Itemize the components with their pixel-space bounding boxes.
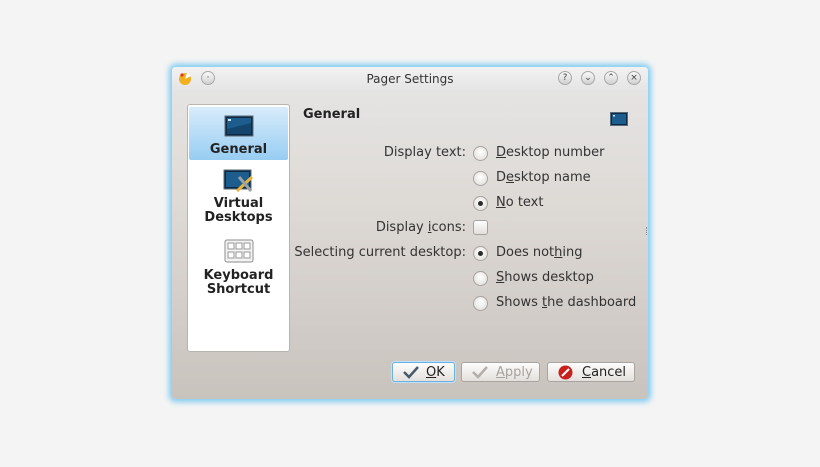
cancel-button[interactable]: Cancel <box>547 362 635 382</box>
desktop-icon <box>610 112 628 126</box>
option-text: esktop number <box>506 145 605 160</box>
desktop-number-label[interactable]: Desktop number <box>496 145 605 160</box>
label-part: ing <box>562 245 583 260</box>
resize-grip[interactable] <box>646 227 648 235</box>
label-part: Does not <box>496 245 555 260</box>
no-text-radio[interactable] <box>473 196 488 211</box>
label-part: Shows <box>496 295 542 310</box>
mnemonic: D <box>496 145 507 160</box>
checkmark-icon <box>472 366 488 379</box>
selecting-desktop-label: Selecting current desktop: <box>294 245 466 260</box>
label-part: Display <box>375 220 428 235</box>
label-part: pply <box>504 365 533 380</box>
shows-dashboard-label[interactable]: Shows the dashboard <box>496 295 636 310</box>
virtual-desktops-icon <box>223 169 253 193</box>
label-part: K <box>436 365 445 380</box>
does-nothing-label[interactable]: Does nothing <box>496 245 583 260</box>
sidebar-item-label: Virtual <box>213 196 264 211</box>
desktop-number-radio[interactable] <box>473 146 488 161</box>
sidebar-item-label: Shortcut <box>206 282 271 297</box>
display-icons-checkbox[interactable] <box>473 220 488 235</box>
shows-dashboard-radio[interactable] <box>473 296 488 311</box>
mnemonic: N <box>496 195 506 210</box>
apply-button[interactable]: Apply <box>461 362 540 382</box>
sidebar-item-label: Keyboard <box>203 268 274 283</box>
title-bar[interactable]: · Pager Settings ? ⌄ ⌃ × <box>172 67 648 91</box>
cancel-label: Cancel <box>582 365 626 380</box>
label-part: he dashboard <box>547 295 637 310</box>
close-button[interactable]: × <box>627 71 641 85</box>
keyboard-icon <box>224 239 253 263</box>
minimize-button[interactable]: ⌄ <box>581 71 595 85</box>
label-part: cons: <box>431 220 467 235</box>
display-icons-label: Display icons: <box>266 220 466 235</box>
page-title: General <box>303 107 361 122</box>
shows-desktop-label[interactable]: Shows desktop <box>496 270 594 285</box>
ok-label: OK <box>426 365 445 380</box>
pager-settings-dialog: · Pager Settings ? ⌄ ⌃ × General Virtual… <box>172 67 648 399</box>
mnemonic: e <box>506 170 515 185</box>
display-text-label: Display text: <box>383 145 466 160</box>
no-text-label[interactable]: No text <box>496 195 543 210</box>
mnemonic: C <box>582 365 592 380</box>
apply-label: Apply <box>496 365 533 380</box>
checkmark-icon <box>403 366 419 379</box>
label-part: hows desktop <box>504 270 594 285</box>
maximize-button[interactable]: ⌃ <box>604 71 618 85</box>
help-button[interactable]: ? <box>558 71 572 85</box>
mnemonic: A <box>496 365 505 380</box>
desktop-name-radio[interactable] <box>473 171 488 186</box>
desktop-name-label[interactable]: Desktop name <box>496 170 591 185</box>
window-title: Pager Settings <box>366 72 454 86</box>
mnemonic: O <box>426 365 437 380</box>
label-part: ancel <box>591 365 627 380</box>
does-nothing-radio[interactable] <box>473 246 488 261</box>
shows-desktop-radio[interactable] <box>473 271 488 286</box>
desktop-icon <box>224 115 253 137</box>
cancel-icon <box>558 365 573 380</box>
ok-button[interactable]: OK <box>392 362 455 382</box>
